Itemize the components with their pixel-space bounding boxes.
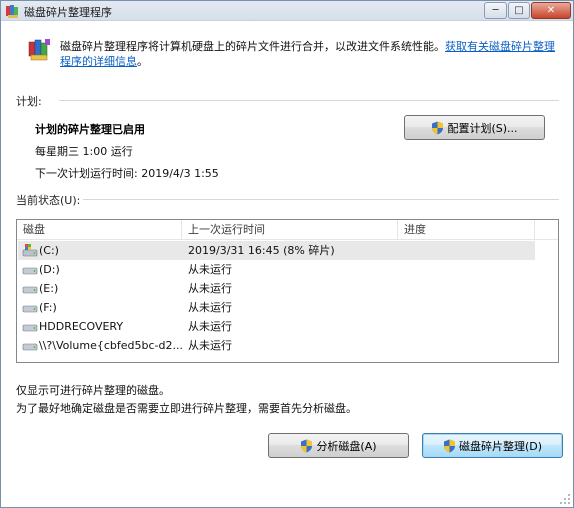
column-header-last-run[interactable]: 上一次运行时间 bbox=[182, 220, 398, 240]
disk-last-run: 从未运行 bbox=[188, 263, 232, 276]
schedule-status: 计划的碎片整理已启用 bbox=[35, 123, 145, 136]
disk-last-run: 从未运行 bbox=[188, 301, 232, 314]
header-description: 磁盘碎片整理程序将计算机硬盘上的碎片文件进行合并，以改进文件系统性能。获取有关磁… bbox=[60, 39, 560, 69]
status-divider bbox=[83, 199, 559, 200]
status-section-label: 当前状态(U): bbox=[16, 194, 81, 207]
disk-list[interactable]: 磁盘 上一次运行时间 进度 (C:) 2019/3/31 16:45 (8% 碎… bbox=[16, 219, 559, 363]
system-drive-icon bbox=[22, 244, 38, 257]
disk-last-run: 从未运行 bbox=[188, 320, 232, 333]
defrag-disk-label: 磁盘碎片整理(D) bbox=[458, 439, 543, 453]
schedule-frequency: 每星期三 1:00 运行 bbox=[35, 145, 133, 158]
disk-row-hddrecovery[interactable]: HDDRECOVERY 从未运行 bbox=[18, 317, 535, 336]
disk-name: \\?\Volume{cbfed5bc-d2... bbox=[39, 339, 183, 352]
disk-last-run: 从未运行 bbox=[188, 339, 232, 352]
footer-note-analyze: 为了最好地确定磁盘是否需要立即进行碎片整理，需要首先分析磁盘。 bbox=[16, 402, 357, 415]
disk-progress bbox=[404, 241, 534, 260]
disk-list-header: 磁盘 上一次运行时间 进度 bbox=[17, 220, 558, 240]
disk-row-e[interactable]: (E:) 从未运行 bbox=[18, 279, 535, 298]
disk-row-f[interactable]: (F:) 从未运行 bbox=[18, 298, 535, 317]
disk-progress bbox=[404, 279, 534, 298]
column-header-disk[interactable]: 磁盘 bbox=[17, 220, 182, 240]
disk-name: (C:) bbox=[39, 244, 59, 257]
disk-name: HDDRECOVERY bbox=[39, 320, 124, 333]
defrag-disk-button[interactable]: 磁盘碎片整理(D) bbox=[422, 433, 563, 458]
title-bar[interactable]: 磁盘碎片整理程序 ─ □ ✕ bbox=[1, 1, 573, 21]
minimize-button[interactable]: ─ bbox=[484, 2, 507, 19]
drive-icon bbox=[22, 324, 38, 332]
drive-icon bbox=[22, 267, 38, 275]
disk-name: (E:) bbox=[39, 282, 59, 295]
disk-progress bbox=[404, 260, 534, 279]
disk-progress bbox=[404, 298, 534, 317]
window-title: 磁盘碎片整理程序 bbox=[24, 6, 112, 19]
analyze-disk-label: 分析磁盘(A) bbox=[316, 439, 377, 453]
schedule-section-label: 计划: bbox=[16, 95, 42, 108]
disk-progress bbox=[404, 336, 534, 355]
uac-shield-icon bbox=[432, 121, 444, 134]
column-header-progress[interactable]: 进度 bbox=[398, 220, 535, 240]
footer-note-shown-disks: 仅显示可进行碎片整理的磁盘。 bbox=[16, 384, 170, 397]
uac-shield-icon bbox=[301, 439, 313, 452]
close-button[interactable]: ✕ bbox=[531, 2, 571, 19]
disk-name: (F:) bbox=[39, 301, 57, 314]
drive-icon bbox=[22, 343, 38, 351]
disk-last-run: 2019/3/31 16:45 (8% 碎片) bbox=[188, 244, 335, 257]
configure-schedule-label: 配置计划(S)... bbox=[447, 121, 518, 135]
resize-grip-icon[interactable] bbox=[559, 493, 571, 505]
maximize-button[interactable]: □ bbox=[508, 2, 530, 19]
defrag-app-icon bbox=[6, 5, 18, 18]
defrag-window: 磁盘碎片整理程序 ─ □ ✕ 磁盘碎片整理程序将计算机硬盘上的碎片文件进行合并，… bbox=[0, 0, 574, 508]
disk-last-run: 从未运行 bbox=[188, 282, 232, 295]
disk-row-volume[interactable]: \\?\Volume{cbfed5bc-d2... 从未运行 bbox=[18, 336, 535, 355]
schedule-next-run: 下一次计划运行时间: 2019/4/3 1:55 bbox=[35, 167, 219, 180]
drive-icon bbox=[22, 305, 38, 313]
analyze-disk-button[interactable]: 分析磁盘(A) bbox=[268, 433, 409, 458]
disk-row-c[interactable]: (C:) 2019/3/31 16:45 (8% 碎片) bbox=[18, 241, 535, 260]
drive-icon bbox=[22, 286, 38, 294]
disk-name: (D:) bbox=[39, 263, 60, 276]
disk-row-d[interactable]: (D:) 从未运行 bbox=[18, 260, 535, 279]
schedule-divider bbox=[59, 100, 559, 101]
description-suffix: 。 bbox=[137, 55, 148, 68]
disk-progress bbox=[404, 317, 534, 336]
configure-schedule-button[interactable]: 配置计划(S)... bbox=[404, 115, 545, 140]
defrag-large-icon bbox=[28, 39, 50, 61]
description-text: 磁盘碎片整理程序将计算机硬盘上的碎片文件进行合并，以改进文件系统性能。 bbox=[60, 40, 445, 53]
uac-shield-icon bbox=[443, 439, 455, 452]
